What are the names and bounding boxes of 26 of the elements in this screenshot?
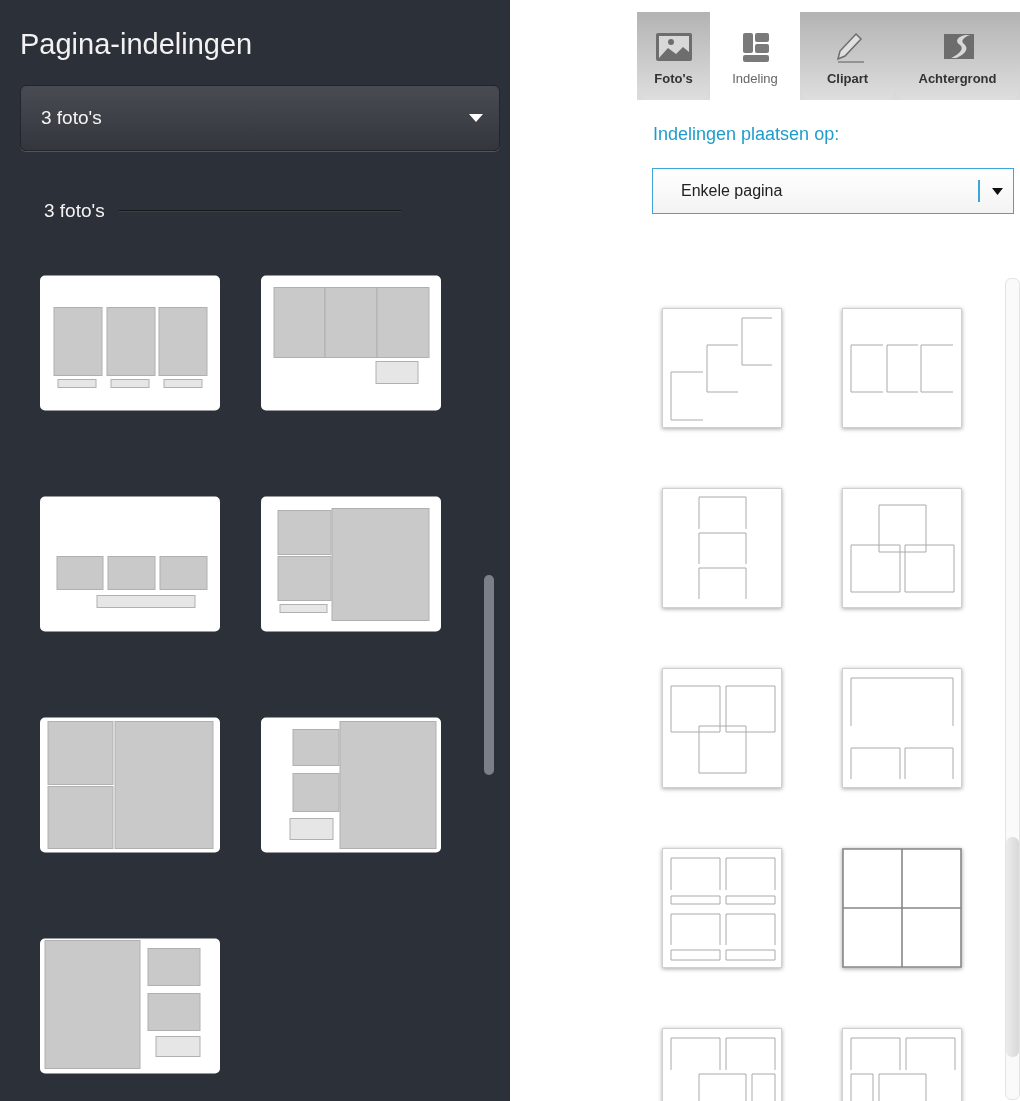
layout-count-dropdown[interactable]: 3 foto's (20, 85, 500, 151)
layout-thumbnail[interactable] (261, 717, 441, 853)
layout-thumbnail[interactable] (40, 275, 220, 411)
layout-thumbnail[interactable] (261, 275, 441, 411)
scrollbar[interactable] (1005, 278, 1020, 1100)
layout-thumbnail[interactable] (662, 668, 782, 788)
layout-thumbnail[interactable] (662, 308, 782, 428)
layout-thumbnail[interactable] (40, 938, 220, 1074)
placement-label: Indelingen plaatsen op: (652, 123, 841, 146)
panel-title: Pagina-indelingen (19, 27, 254, 62)
section-heading: 3 foto's (44, 200, 105, 222)
placement-dropdown[interactable]: Enkele pagina (652, 168, 1014, 214)
caret-icon (992, 187, 1003, 195)
image-icon (653, 30, 694, 63)
layout-thumbnail[interactable] (40, 717, 220, 853)
scrollbar[interactable] (484, 575, 494, 775)
layout-thumbnail[interactable] (842, 668, 962, 788)
layout-thumbnail[interactable] (842, 848, 962, 968)
caret-icon (469, 114, 483, 122)
tab[interactable]: Indeling (710, 12, 800, 100)
layout-thumbnail[interactable] (842, 308, 962, 428)
layout-thumbnail[interactable] (662, 488, 782, 608)
layout-thumbnail[interactable] (40, 496, 220, 632)
layout-thumbnail[interactable] (261, 496, 441, 632)
layout-thumbnail[interactable] (662, 848, 782, 968)
layout-thumbnail[interactable] (842, 488, 962, 608)
